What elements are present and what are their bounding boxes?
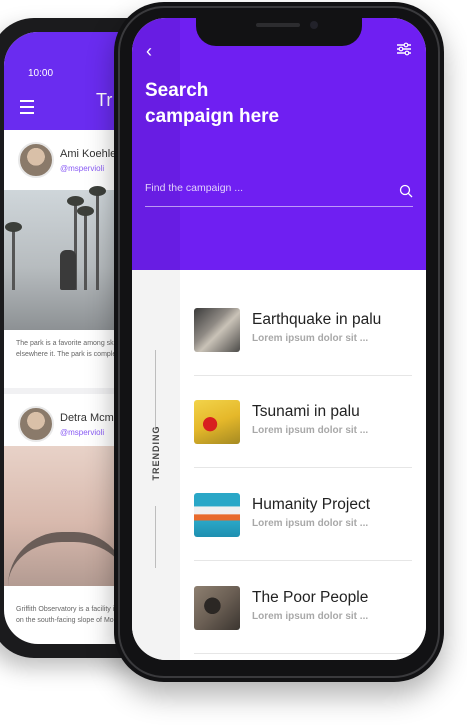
search-icon[interactable]: [399, 184, 413, 198]
post-caption: The park is a favorite among skat... els…: [16, 340, 126, 358]
campaign-thumbnail: [194, 400, 240, 444]
avatar[interactable]: [18, 406, 54, 442]
palm-tree-shape: [5, 222, 22, 290]
campaign-item[interactable]: The Poor People Lorem ipsum dolor sit ..…: [194, 562, 412, 654]
search-header: ‹ Search campaign here Find the campaign…: [132, 18, 426, 270]
campaign-item[interactable]: Tsunami in palu Lorem ipsum dolor sit ..…: [194, 376, 412, 468]
campaign-thumbnail: [194, 308, 240, 352]
back-header-title: Tr: [96, 90, 113, 110]
campaign-title: Earthquake in palu: [252, 311, 382, 328]
avatar[interactable]: [18, 142, 54, 178]
sidebar-line: [155, 350, 156, 430]
post-handle: @mspervioli: [60, 164, 105, 173]
status-time: 10:00: [28, 68, 54, 79]
campaign-title: Humanity Project: [252, 496, 371, 513]
divider: [194, 653, 412, 654]
sidebar-line: [155, 506, 156, 568]
divider: [194, 467, 412, 468]
divider: [194, 560, 412, 561]
search-input[interactable]: Find the campaign ...: [145, 178, 413, 207]
search-placeholder: Find the campaign ...: [145, 182, 244, 194]
campaign-thumbnail: [194, 493, 240, 537]
campaign-subtitle: Lorem ipsum dolor sit ...: [252, 518, 369, 529]
phone-speaker: [256, 23, 300, 27]
post-author: Ami Koehler: [60, 148, 120, 160]
campaign-subtitle: Lorem ipsum dolor sit ...: [252, 611, 369, 622]
campaign-thumbnail: [194, 586, 240, 630]
campaign-title: The Poor People: [252, 589, 369, 606]
phone-camera: [310, 21, 318, 29]
campaign-item[interactable]: Earthquake in palu Lorem ipsum dolor sit…: [194, 284, 412, 376]
front-phone-screen: ‹ Search campaign here Find the campaign…: [132, 18, 426, 660]
post-handle: @mspervioli: [60, 428, 105, 437]
sliders-icon[interactable]: [396, 41, 412, 57]
chevron-left-icon[interactable]: ‹: [146, 42, 164, 60]
bridge-shape: [8, 532, 128, 586]
campaign-subtitle: Lorem ipsum dolor sit ...: [252, 333, 369, 344]
trending-label: TRENDING: [151, 425, 161, 481]
campaign-subtitle: Lorem ipsum dolor sit ...: [252, 425, 369, 436]
campaign-item[interactable]: Humanity Project Lorem ipsum dolor sit .…: [194, 469, 412, 561]
campaign-title: Tsunami in palu: [252, 403, 360, 420]
campaign-list: Earthquake in palu Lorem ipsum dolor sit…: [180, 270, 426, 660]
page-title: Search campaign here: [145, 80, 280, 127]
post-caption: Griffith Observatory is a facility in ..…: [16, 606, 126, 624]
skater-figure: [60, 250, 76, 290]
palm-tree-shape: [77, 206, 94, 290]
palm-tree-shape: [89, 186, 106, 290]
phone-notch: [196, 16, 362, 46]
menu-icon[interactable]: [20, 100, 34, 114]
